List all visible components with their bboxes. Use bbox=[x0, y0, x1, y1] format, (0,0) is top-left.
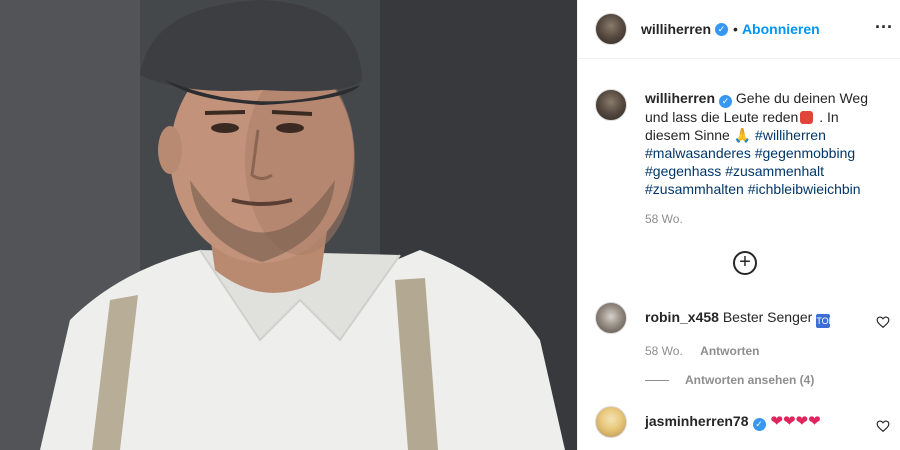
verified-badge-icon: ✓ bbox=[715, 22, 729, 36]
verified-badge-icon: ✓ bbox=[752, 418, 766, 431]
hashtag-link[interactable]: #malwasanderes bbox=[645, 145, 751, 161]
caption-text: williherren ✓ Gehe du deinen Weg und lass… bbox=[645, 89, 875, 198]
post-caption: williherren ✓ Gehe du deinen Weg und lass… bbox=[595, 89, 891, 198]
caption-timestamp[interactable]: 58 Wo. bbox=[645, 212, 683, 226]
replies-divider-line bbox=[645, 379, 669, 381]
hashtag-link[interactable]: #gegenhass bbox=[645, 163, 721, 179]
comment-username[interactable]: jasminherren78 bbox=[645, 413, 749, 429]
comment-item: robin_x458 Bester Senger TOP 58 Wo. Antwo… bbox=[595, 302, 891, 358]
view-replies-label: Antworten ansehen (4) bbox=[685, 373, 815, 387]
comment-text: jasminherren78 ✓ ❤❤❤❤ bbox=[645, 406, 821, 431]
follow-button[interactable]: Abonnieren bbox=[742, 21, 820, 37]
hashtag-link[interactable]: #ichbleibwieichbin bbox=[748, 181, 861, 197]
tongue-emoji-icon bbox=[800, 111, 814, 124]
commenter-avatar[interactable] bbox=[595, 406, 627, 438]
plus-circle-icon[interactable]: + bbox=[733, 251, 757, 275]
author-avatar[interactable] bbox=[595, 13, 627, 45]
hearts-emoji: ❤❤❤❤ bbox=[770, 413, 821, 430]
hashtag-link[interactable]: #zusammenhalt bbox=[725, 163, 824, 179]
comment-item: jasminherren78 ✓ ❤❤❤❤ bbox=[595, 406, 891, 438]
comment-username[interactable]: robin_x458 bbox=[645, 309, 719, 325]
comment-meta: 58 Wo. Antworten bbox=[645, 344, 891, 358]
portrait-illustration bbox=[0, 0, 577, 450]
post-side-panel: williherren ✓ • Abonnieren ··· williherr… bbox=[577, 0, 900, 450]
top-emoji-icon: TOP bbox=[816, 314, 835, 328]
reply-button[interactable]: Antworten bbox=[700, 344, 759, 358]
heart-outline-icon[interactable] bbox=[876, 315, 890, 329]
header-separator: • bbox=[733, 21, 738, 37]
caption-username[interactable]: williherren bbox=[645, 90, 715, 106]
praying-hands-emoji: 🙏 bbox=[733, 127, 752, 143]
comment-body: Bester Senger bbox=[722, 309, 813, 325]
verified-badge-icon: ✓ bbox=[719, 95, 733, 108]
heart-outline-icon[interactable] bbox=[876, 419, 890, 433]
instagram-post: williherren ✓ • Abonnieren ··· williherr… bbox=[0, 0, 900, 450]
comment-timestamp[interactable]: 58 Wo. bbox=[645, 344, 683, 358]
hashtag-link[interactable]: #gegenmobbing bbox=[755, 145, 855, 161]
hashtag-link[interactable]: #williherren bbox=[755, 127, 826, 143]
hashtag-link[interactable]: #zusammhalten bbox=[645, 181, 744, 197]
commenter-avatar[interactable] bbox=[595, 302, 627, 334]
caption-author-avatar[interactable] bbox=[595, 89, 627, 121]
post-photo[interactable] bbox=[0, 0, 577, 450]
more-horizontal-icon[interactable]: ··· bbox=[873, 18, 895, 40]
post-header: williherren ✓ • Abonnieren ··· bbox=[578, 0, 900, 59]
comment-text: robin_x458 Bester Senger TOP bbox=[645, 302, 835, 328]
view-replies-button[interactable]: Antworten ansehen (4) bbox=[645, 373, 814, 387]
author-username[interactable]: williherren bbox=[641, 21, 711, 37]
